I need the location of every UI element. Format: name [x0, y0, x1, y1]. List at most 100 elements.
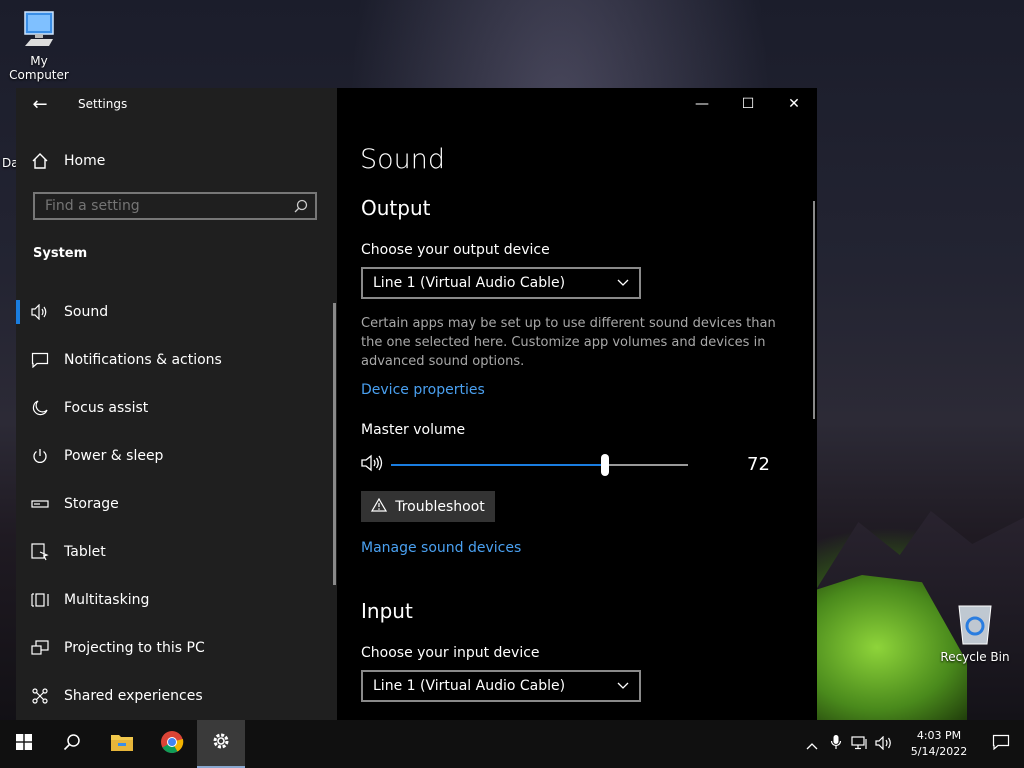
output-device-dropdown[interactable]: Line 1 (Virtual Audio Cable): [361, 267, 641, 299]
speaker-icon[interactable]: [361, 454, 383, 476]
output-description: Certain apps may be set up to use differ…: [361, 316, 776, 369]
master-volume-row: 72: [361, 450, 781, 480]
action-center-button[interactable]: [978, 734, 1024, 754]
back-button[interactable]: ←: [16, 88, 64, 120]
sidebar-item-label: Home: [64, 153, 106, 169]
sidebar-nav: Sound Notifications & actions Focus assi…: [16, 288, 334, 720]
search-input[interactable]: [35, 197, 287, 215]
search-icon[interactable]: [287, 199, 315, 213]
speaker-icon: [16, 304, 64, 320]
desktop-icon-my-computer[interactable]: My Computer: [0, 10, 78, 82]
sidebar-item-label: Sound: [64, 304, 109, 320]
close-icon: ✕: [788, 96, 800, 112]
moon-icon: [16, 400, 64, 416]
chevron-down-icon: [617, 678, 629, 694]
warning-icon: [371, 497, 388, 516]
sidebar-item-label: Projecting to this PC: [64, 640, 205, 656]
microphone-icon: [830, 734, 842, 754]
search-icon: [63, 733, 81, 755]
notification-icon: [992, 734, 1010, 754]
network-icon: [851, 735, 869, 754]
taskbar: 4:03 PM 5/14/2022: [0, 720, 1024, 768]
title-bar: ← Settings: [16, 88, 337, 120]
section-label: System: [33, 246, 88, 261]
window-title: Settings: [78, 97, 128, 111]
maximize-button[interactable]: ☐: [725, 88, 771, 120]
input-device-label: Choose your input device: [361, 645, 540, 661]
show-hidden-icons-button[interactable]: [800, 735, 824, 754]
taskbar-clock[interactable]: 4:03 PM 5/14/2022: [900, 728, 978, 760]
settings-icon: [211, 731, 231, 755]
projecting-icon: [16, 640, 64, 656]
master-volume-label: Master volume: [361, 422, 466, 438]
microphone-tray[interactable]: [824, 734, 848, 754]
back-arrow-icon: ←: [32, 93, 48, 115]
sidebar-item-label: Shared experiences: [64, 688, 203, 704]
content-scrollbar[interactable]: [813, 201, 815, 419]
computer-icon: [21, 10, 57, 50]
clock-date: 5/14/2022: [910, 745, 968, 758]
recycle-bin-icon: [955, 602, 995, 646]
network-tray[interactable]: [848, 735, 872, 754]
start-button[interactable]: [0, 720, 48, 768]
message-icon: [16, 352, 64, 368]
dropdown-value: Line 1 (Virtual Audio Cable): [373, 275, 566, 291]
desktop-icon-label: My Computer: [9, 54, 69, 82]
troubleshoot-label: Troubleshoot: [395, 498, 485, 515]
sidebar-item-label: Multitasking: [64, 592, 150, 608]
output-device-label: Choose your output device: [361, 242, 550, 258]
maximize-icon: ☐: [741, 96, 755, 112]
chevron-down-icon: [617, 275, 629, 291]
start-icon: [16, 734, 32, 754]
system-tray: 4:03 PM 5/14/2022: [800, 720, 1024, 768]
sidebar-item-projecting[interactable]: Projecting to this PC: [16, 624, 334, 672]
chrome-icon: [160, 730, 184, 758]
settings-window: ← Settings Home System Sound: [16, 88, 817, 720]
taskbar-file-explorer[interactable]: [98, 720, 146, 768]
input-device-dropdown[interactable]: Line 1 (Virtual Audio Cable): [361, 670, 641, 702]
storage-icon: [16, 499, 64, 509]
settings-content: — ☐ ✕ Sound Output Choose your output de…: [337, 88, 817, 720]
sidebar-item-focus-assist[interactable]: Focus assist: [16, 384, 334, 432]
sidebar-item-label: Focus assist: [64, 400, 149, 416]
clock-time: 4:03 PM: [916, 729, 962, 742]
speaker-icon: [875, 735, 893, 754]
taskbar-chrome[interactable]: [148, 720, 196, 768]
sidebar-item-shared-experiences[interactable]: Shared experiences: [16, 672, 334, 720]
minimize-button[interactable]: —: [679, 88, 725, 120]
desktop-icon-label: Recycle Bin: [940, 650, 1010, 664]
device-properties-link[interactable]: Device properties: [361, 382, 485, 398]
dropdown-value: Line 1 (Virtual Audio Cable): [373, 678, 566, 694]
minimize-icon: —: [695, 96, 709, 112]
sidebar-item-label: Notifications & actions: [64, 352, 222, 368]
sidebar-item-label: Tablet: [64, 544, 106, 560]
sidebar-item-multitasking[interactable]: Multitasking: [16, 576, 334, 624]
search-box[interactable]: [33, 192, 317, 220]
taskbar-search-button[interactable]: [48, 720, 96, 768]
sidebar-item-label: Power & sleep: [64, 448, 164, 464]
volume-tray[interactable]: [872, 735, 896, 754]
sidebar-item-home[interactable]: Home: [16, 146, 337, 176]
output-heading: Output: [361, 196, 431, 220]
window-controls: — ☐ ✕: [679, 88, 817, 120]
home-icon: [16, 152, 64, 170]
slider-thumb[interactable]: [600, 454, 609, 476]
slider-fill: [391, 464, 605, 466]
multitasking-icon: [16, 592, 64, 608]
manage-sound-devices-link[interactable]: Manage sound devices: [361, 540, 521, 556]
sidebar-item-tablet[interactable]: Tablet: [16, 528, 334, 576]
sidebar-item-notifications[interactable]: Notifications & actions: [16, 336, 334, 384]
master-volume-slider[interactable]: [391, 454, 688, 476]
close-button[interactable]: ✕: [771, 88, 817, 120]
sidebar-item-sound[interactable]: Sound: [16, 288, 334, 336]
chevron-up-icon: [806, 735, 818, 754]
desktop-icon-recycle-bin[interactable]: Recycle Bin: [940, 602, 1010, 664]
master-volume-value: 72: [747, 454, 770, 475]
taskbar-settings[interactable]: [197, 720, 245, 768]
sidebar-scrollbar[interactable]: [333, 303, 336, 585]
sidebar-item-storage[interactable]: Storage: [16, 480, 334, 528]
file-explorer-icon: [110, 732, 134, 756]
shared-icon: [16, 688, 64, 704]
troubleshoot-button[interactable]: Troubleshoot: [361, 491, 495, 522]
sidebar-item-power-sleep[interactable]: Power & sleep: [16, 432, 334, 480]
